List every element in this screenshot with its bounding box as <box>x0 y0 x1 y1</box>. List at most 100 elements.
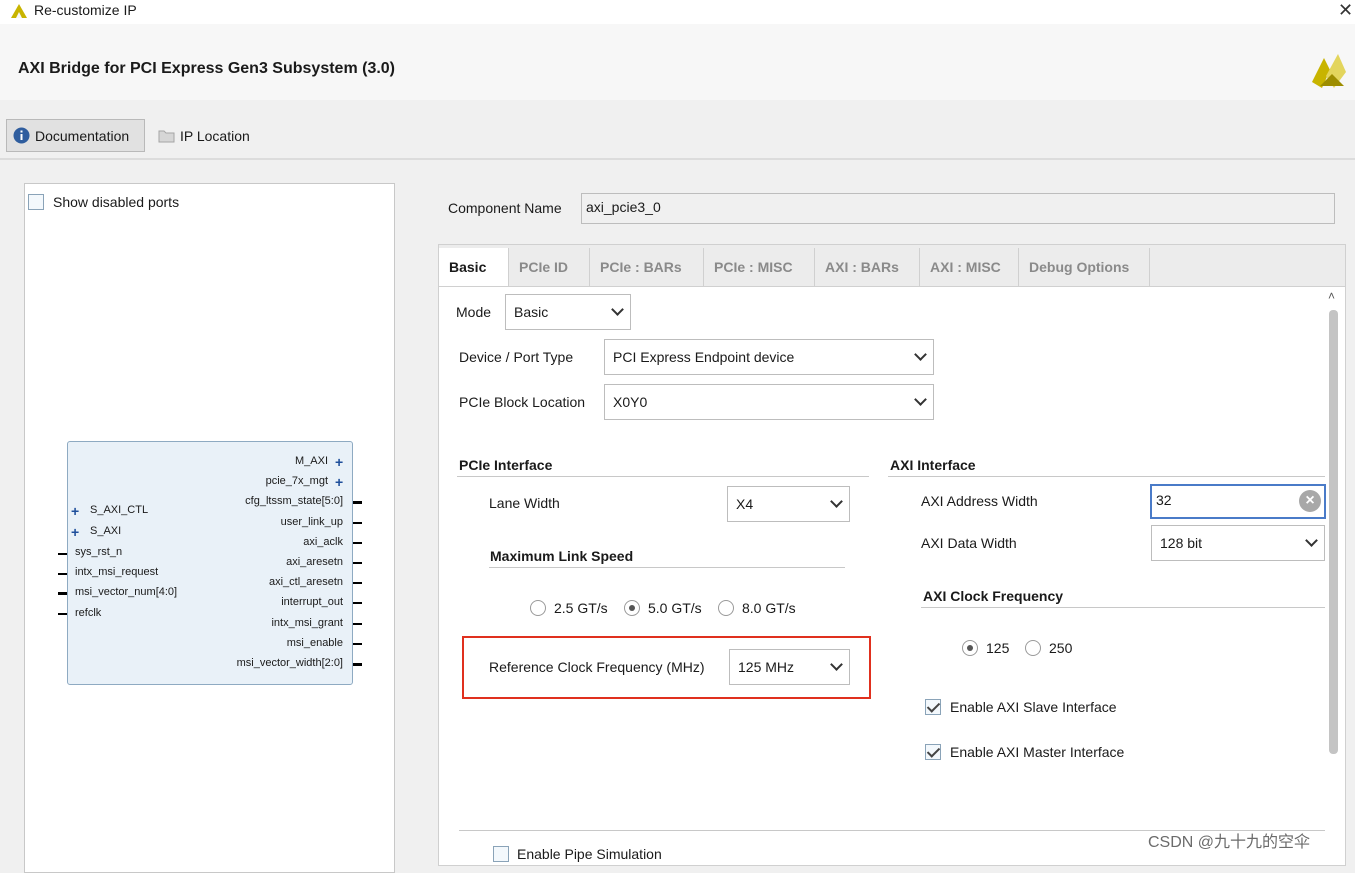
ref-clock-frequency-select[interactable]: 125 MHz <box>729 649 850 685</box>
axi-data-width-value: 128 bit <box>1160 535 1203 551</box>
show-disabled-ports-label: Show disabled ports <box>53 194 180 210</box>
axi-clock-radio-125[interactable]: 125 <box>962 640 1009 656</box>
port-user-link-up: user_link_up <box>280 516 343 528</box>
port-msi-vector-num: msi_vector_num[4:0] <box>75 586 178 598</box>
expand-plus-icon[interactable]: + <box>335 454 343 470</box>
watermark: CSDN @九十九的空伞 <box>1148 834 1311 851</box>
port-cfg-ltssm-state: cfg_ltssm_state[5:0] <box>245 495 343 507</box>
port-pin <box>353 623 362 625</box>
tab-pcie-misc[interactable]: PCIe : MISC <box>704 248 815 286</box>
port-sys-rst-n: sys_rst_n <box>75 546 123 558</box>
tab-pcie-bars[interactable]: PCIe : BARs <box>590 248 704 286</box>
port-pin <box>58 613 67 615</box>
clear-icon[interactable]: × <box>1299 490 1321 512</box>
port-interrupt-out: interrupt_out <box>281 596 343 608</box>
port-pin <box>353 542 362 544</box>
expand-plus-icon[interactable]: + <box>71 524 79 540</box>
show-disabled-ports-checkbox[interactable]: Show disabled ports <box>28 194 179 210</box>
device-port-type-label: Device / Port Type <box>459 349 574 365</box>
ref-clock-frequency-value: 125 MHz <box>738 659 795 675</box>
chevron-down-icon <box>611 303 624 316</box>
window-title: Re-customize IP <box>34 2 137 18</box>
port-axi-aresetn: axi_aresetn <box>286 556 343 568</box>
tab-debug-options[interactable]: Debug Options <box>1019 248 1150 286</box>
vivado-logo-icon <box>11 4 27 18</box>
axi-data-width-label: AXI Data Width <box>921 535 1017 551</box>
port-axi-ctl-aresetn: axi_ctl_aresetn <box>269 576 343 588</box>
expand-plus-icon[interactable]: + <box>71 503 79 519</box>
divider <box>0 158 1355 160</box>
lane-width-select[interactable]: X4 <box>727 486 850 522</box>
port-pin <box>353 643 362 645</box>
port-pin <box>353 562 362 564</box>
port-axi-aclk: axi_aclk <box>303 536 343 548</box>
chevron-up-icon[interactable]: ˄ <box>1328 289 1335 303</box>
checkbox-checked[interactable] <box>925 744 941 760</box>
lane-width-label: Lane Width <box>489 495 560 511</box>
port-pin <box>353 602 362 604</box>
component-name-input[interactable]: axi_pcie3_0 <box>581 193 1335 224</box>
checkbox-box[interactable] <box>493 846 509 862</box>
radio-circle[interactable] <box>718 600 734 616</box>
ref-clock-frequency-label: Reference Clock Frequency (MHz) <box>489 659 705 675</box>
port-s-axi-ctl: S_AXI_CTL <box>90 504 149 516</box>
pcie-block-location-select[interactable]: X0Y0 <box>604 384 934 420</box>
chevron-down-icon <box>1305 534 1318 547</box>
group-underline <box>457 476 869 477</box>
ip-title: AXI Bridge for PCI Express Gen3 Subsyste… <box>18 60 396 77</box>
group-underline <box>921 607 1325 608</box>
port-refclk: refclk <box>75 607 102 619</box>
scrollbar-thumb[interactable] <box>1329 310 1338 754</box>
ip-location-label: IP Location <box>180 127 250 144</box>
enable-axi-slave-checkbox[interactable]: Enable AXI Slave Interface <box>925 699 1117 715</box>
ip-location-button[interactable]: IP Location <box>152 119 262 152</box>
axi-clock-label: 125 <box>986 640 1010 656</box>
close-icon[interactable]: ✕ <box>1338 0 1353 21</box>
axi-clock-radio-250[interactable]: 250 <box>1025 640 1072 656</box>
max-link-speed-title: Maximum Link Speed <box>490 548 634 564</box>
speed-label: 8.0 GT/s <box>742 600 796 616</box>
tab-basic[interactable]: Basic <box>439 248 509 286</box>
device-port-type-select[interactable]: PCI Express Endpoint device <box>604 339 934 375</box>
port-msi-vector-width: msi_vector_width[2:0] <box>236 657 343 669</box>
enable-axi-master-label: Enable AXI Master Interface <box>950 744 1125 760</box>
mode-select[interactable]: Basic <box>505 294 631 330</box>
tab-axi-misc[interactable]: AXI : MISC <box>920 248 1019 286</box>
speed-radio-5-0[interactable]: 5.0 GT/s <box>624 600 702 616</box>
port-pin <box>353 501 362 504</box>
group-underline <box>888 476 1325 477</box>
port-pin <box>58 553 67 555</box>
radio-circle-selected[interactable] <box>962 640 978 656</box>
port-msi-enable: msi_enable <box>286 637 343 649</box>
xilinx-logo-icon <box>1312 54 1346 88</box>
checkbox-box[interactable] <box>28 194 44 210</box>
group-underline <box>489 567 845 568</box>
chevron-down-icon <box>914 393 927 406</box>
speed-radio-2-5[interactable]: 2.5 GT/s <box>530 600 608 616</box>
port-m-axi: M_AXI <box>294 455 328 467</box>
lane-width-value: X4 <box>736 496 754 512</box>
radio-circle[interactable] <box>530 600 546 616</box>
port-pin <box>353 582 362 584</box>
radio-circle-selected[interactable] <box>624 600 640 616</box>
tab-axi-bars[interactable]: AXI : BARs <box>815 248 920 286</box>
documentation-label: Documentation <box>35 127 130 144</box>
chevron-down-icon <box>914 348 927 361</box>
axi-interface-title: AXI Interface <box>890 457 976 473</box>
enable-axi-master-checkbox[interactable]: Enable AXI Master Interface <box>925 744 1124 760</box>
axi-data-width-select[interactable]: 128 bit <box>1151 525 1325 561</box>
info-icon <box>13 127 30 144</box>
radio-circle[interactable] <box>1025 640 1041 656</box>
checkbox-checked[interactable] <box>925 699 941 715</box>
expand-plus-icon[interactable]: + <box>335 474 343 490</box>
port-pin <box>353 522 362 524</box>
device-port-type-value: PCI Express Endpoint device <box>613 349 795 365</box>
enable-pipe-simulation-checkbox[interactable]: Enable Pipe Simulation <box>493 846 662 862</box>
axi-clock-frequency-title: AXI Clock Frequency <box>923 588 1064 604</box>
port-pcie-7x-mgt: pcie_7x_mgt <box>265 475 328 487</box>
speed-radio-8-0[interactable]: 8.0 GT/s <box>718 600 796 616</box>
documentation-button[interactable]: Documentation <box>6 119 145 152</box>
tab-pcie-id[interactable]: PCIe ID <box>509 248 590 286</box>
port-intx-msi-request: intx_msi_request <box>75 566 159 578</box>
speed-label: 5.0 GT/s <box>648 600 702 616</box>
